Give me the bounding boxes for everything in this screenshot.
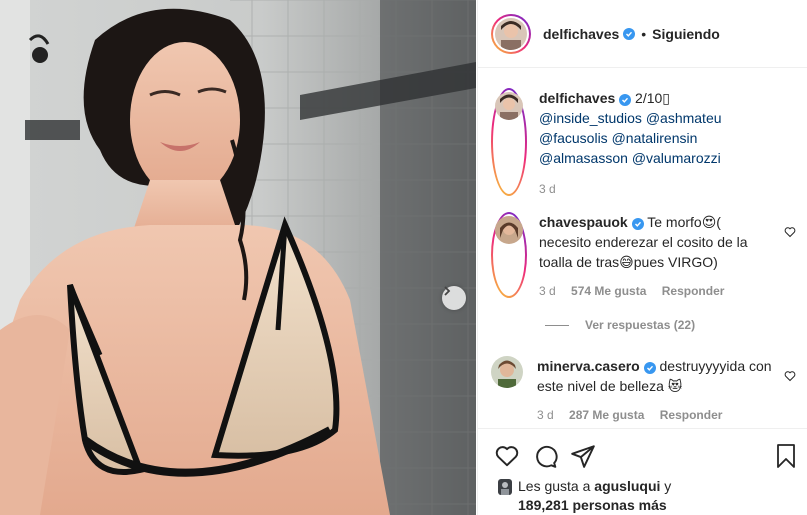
caption-text: 2/10: [635, 90, 663, 106]
next-photo-button[interactable]: [442, 286, 466, 310]
avatar-image: [495, 17, 527, 50]
caption-emoji-box: ▯: [662, 90, 671, 106]
comment-item: minerva.casero destruyyyyida con este ni…: [491, 356, 796, 422]
separator-dot: •: [641, 25, 647, 42]
mention-link[interactable]: @ashmateu: [646, 110, 722, 126]
avatar-image: [491, 356, 523, 388]
like-heart-icon[interactable]: [494, 443, 520, 469]
caption-time[interactable]: 3 d: [539, 182, 556, 196]
mention-link[interactable]: @inside_studios: [539, 110, 642, 126]
commenter-username[interactable]: chavespauok: [539, 214, 628, 230]
verified-badge-icon: [619, 94, 632, 106]
author-username[interactable]: delfichaves: [543, 26, 619, 42]
verified-badge-icon: [631, 218, 644, 230]
likes-prefix: Les gusta a: [518, 478, 591, 494]
post-header: delfichaves • Siguiendo: [478, 0, 807, 68]
verified-badge-icon: [643, 362, 656, 374]
avatar-image: [495, 216, 523, 244]
mention-link[interactable]: @valumarozzi: [632, 150, 721, 166]
view-replies-label: Ver respuestas (22): [585, 318, 696, 332]
caption-username[interactable]: delfichaves: [539, 90, 615, 106]
heart-icon[interactable]: [784, 370, 796, 382]
author-avatar[interactable]: [491, 13, 531, 54]
likes-joiner: y: [664, 478, 672, 494]
mention-link[interactable]: @natalirensin: [612, 130, 698, 146]
comment-bubble-icon[interactable]: [532, 443, 558, 469]
commenter-avatar[interactable]: [491, 212, 527, 298]
post-photo[interactable]: [0, 0, 476, 515]
reply-button[interactable]: Responder: [660, 408, 723, 422]
likes-summary: Les gusta a agusluqui y 189,281 personas…: [498, 477, 671, 515]
reply-button[interactable]: Responder: [662, 284, 725, 298]
chevron-right-icon: [444, 286, 451, 296]
replies-divider: [545, 324, 569, 326]
view-replies-button[interactable]: Ver respuestas (22): [545, 318, 695, 332]
comment-item: chavespauok Te morfo😍( necesito endereza…: [491, 212, 796, 298]
caption-avatar[interactable]: [491, 88, 527, 196]
liker-username[interactable]: agusluqui: [594, 478, 660, 494]
commenter-avatar[interactable]: [491, 356, 523, 388]
mention-link[interactable]: @almasasson: [539, 150, 628, 166]
comment-time[interactable]: 3 d: [537, 408, 554, 422]
likes-count[interactable]: 189,281 personas más: [518, 497, 667, 513]
mention-link[interactable]: @facusolis: [539, 130, 608, 146]
comment-time[interactable]: 3 d: [539, 284, 556, 298]
share-send-icon[interactable]: [570, 443, 596, 469]
post-actions: Les gusta a agusluqui y 189,281 personas…: [478, 428, 807, 515]
avatar-image: [498, 479, 512, 495]
verified-badge-icon: [623, 27, 636, 40]
liker-avatar[interactable]: [498, 479, 512, 495]
commenter-username[interactable]: minerva.casero: [537, 358, 640, 374]
avatar-image: [495, 92, 523, 120]
heart-icon[interactable]: [784, 226, 796, 238]
caption: delfichaves 2/10▯ @inside_studios @ashma…: [491, 88, 796, 196]
action-icons: [494, 443, 596, 469]
comment-likes[interactable]: 574 Me gusta: [571, 284, 646, 298]
photo-image: [0, 0, 476, 515]
bookmark-icon[interactable]: [774, 443, 798, 469]
post-side-panel: delfichaves • Siguiendo delfichaves 2/10…: [477, 0, 807, 515]
following-button[interactable]: Siguiendo: [652, 26, 720, 42]
comment-likes[interactable]: 287 Me gusta: [569, 408, 644, 422]
